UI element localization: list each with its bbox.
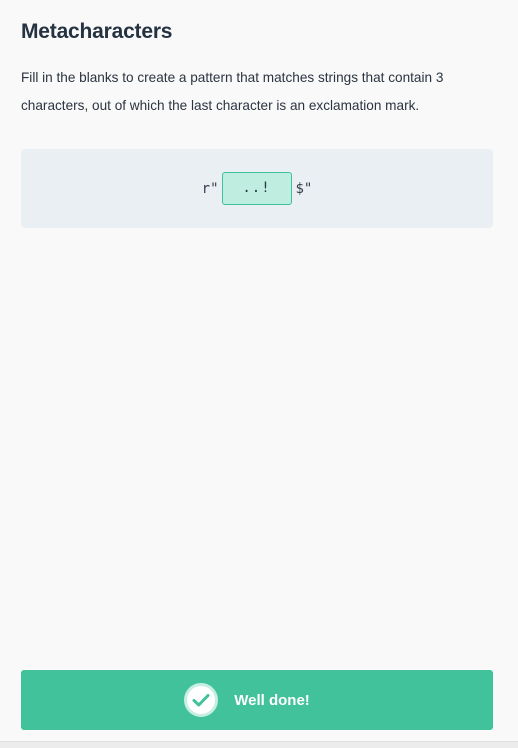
code-prefix: r" [201,180,219,197]
exercise-instructions: Fill in the blanks to create a pattern t… [21,70,444,113]
exercise-title: Metacharacters [21,20,173,43]
bottom-divider [0,741,518,748]
answer-blank-input[interactable]: ..! [221,172,292,205]
code-panel: r" ..! $" [21,149,493,228]
code-suffix: $" [295,180,313,197]
check-icon [184,683,219,717]
success-message: Well done! [234,691,310,709]
success-feedback-bar[interactable]: Well done! [21,670,493,730]
